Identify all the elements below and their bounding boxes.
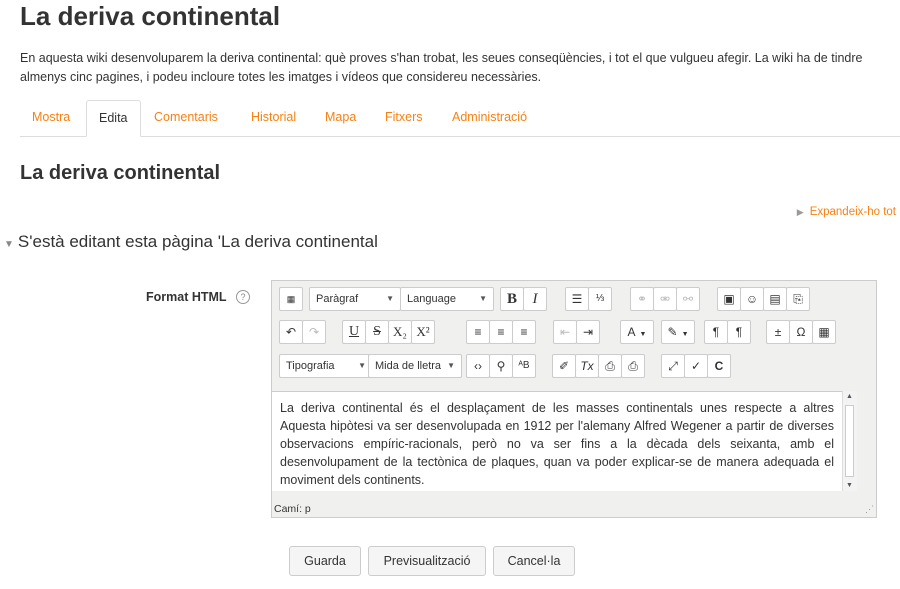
scroll-down-icon[interactable]: ▼ — [846, 482, 853, 489]
replace-icon[interactable]: ᴬB — [512, 354, 536, 378]
anchor-icon[interactable]: ⚯ — [676, 287, 700, 311]
media-icon[interactable]: ▤ — [763, 287, 787, 311]
remove-format-icon[interactable]: Tx — [575, 354, 599, 378]
chevron-down-icon: ▼ — [358, 361, 366, 370]
background-color-icon[interactable]: ✎ ▼ — [661, 320, 695, 344]
link-icon[interactable]: ⚭ — [630, 287, 654, 311]
font-select[interactable]: Tipografia ▼ — [279, 354, 373, 378]
language-select[interactable]: Language ▼ — [400, 287, 494, 311]
page-title: La deriva continental — [20, 1, 281, 31]
paste-text-icon[interactable]: ⎙ — [598, 354, 622, 378]
ltr-icon[interactable]: ¶ — [704, 320, 728, 344]
unlink-icon[interactable]: ⚮ — [653, 287, 677, 311]
paste-word-icon[interactable]: ⎙ — [621, 354, 645, 378]
expand-all-label: Expandeix-ho tot — [809, 206, 896, 218]
font-select-label: Tipografia — [286, 360, 335, 372]
clean-icon[interactable]: ✐ — [552, 354, 576, 378]
outdent-icon[interactable]: ⇤ — [553, 320, 577, 344]
emoticon-icon[interactable]: ☺ — [740, 287, 764, 311]
spellcheck-icon[interactable]: ✓ — [684, 354, 708, 378]
editor-path: Camí: p — [274, 503, 311, 515]
editing-legend[interactable]: ▼ S'està editant esta pàgina 'La deriva c… — [4, 232, 378, 252]
format-html-label: Format HTML — [146, 290, 227, 304]
find-icon[interactable]: ⚲ — [489, 354, 513, 378]
tab-fitxers[interactable]: Fitxers — [373, 100, 435, 135]
superscript-icon[interactable]: X² — [411, 320, 435, 344]
tab-edita[interactable]: Edita — [86, 100, 141, 137]
save-button[interactable]: Guarda — [289, 546, 361, 576]
tab-comentaris[interactable]: Comentaris — [142, 100, 230, 135]
underline-icon[interactable]: U — [342, 320, 366, 344]
triangle-right-icon: ▶ — [796, 207, 804, 217]
code-icon[interactable]: ‹› — [466, 354, 490, 378]
accessibility-icon[interactable]: C — [707, 354, 731, 378]
align-left-icon[interactable]: ≡ — [466, 320, 490, 344]
tab-historial[interactable]: Historial — [239, 100, 308, 135]
toolbar-toggle-icon[interactable]: ▦ — [279, 287, 303, 311]
html-editor: ▦ Paràgraf ▼ Language ▼ B I ☰ ⅓ ⚭ ⚮ ⚯ ▣ ☺ … — [271, 280, 877, 518]
chevron-down-icon: ▼ — [447, 361, 455, 370]
omega-icon[interactable]: Ω — [789, 320, 813, 344]
numbered-list-icon[interactable]: ⅓ — [588, 287, 612, 311]
preview-button[interactable]: Previsualització — [368, 546, 486, 576]
editor-scrollbar[interactable]: ▲ ▼ — [842, 391, 857, 491]
manage-files-icon[interactable]: ⎘ — [786, 287, 810, 311]
align-right-icon[interactable]: ≡ — [512, 320, 536, 344]
redo-icon[interactable]: ↷ — [302, 320, 326, 344]
tab-administracio[interactable]: Administració — [440, 100, 539, 135]
image-icon[interactable]: ▣ — [717, 287, 741, 311]
resize-grip-icon[interactable]: ⋰ — [865, 504, 874, 515]
cancel-button[interactable]: Cancel·la — [493, 546, 575, 576]
chevron-down-icon: ▼ — [386, 294, 394, 303]
editing-legend-label: S'està editant esta pàgina 'La deriva co… — [17, 232, 378, 251]
table-icon[interactable]: ▦ — [812, 320, 836, 344]
italic-icon[interactable]: I — [523, 287, 547, 311]
font-size-select-label: Mida de lletra — [375, 360, 442, 372]
tab-mostra[interactable]: Mostra — [20, 100, 82, 135]
insert-equation-icon[interactable]: ± — [766, 320, 790, 344]
editor-content[interactable]: La deriva continental és el desplaçament… — [272, 391, 842, 491]
paragraph-select[interactable]: Paràgraf ▼ — [309, 287, 401, 311]
expand-all-link[interactable]: ▶ Expandeix-ho tot — [797, 206, 896, 218]
paragraph-select-label: Paràgraf — [316, 293, 359, 305]
subscript-icon[interactable]: X₂ — [388, 320, 412, 344]
font-size-select[interactable]: Mida de lletra ▼ — [368, 354, 462, 378]
undo-icon[interactable]: ↶ — [279, 320, 303, 344]
scroll-up-icon[interactable]: ▲ — [846, 393, 853, 400]
tab-mapa[interactable]: Mapa — [313, 100, 368, 135]
font-color-icon[interactable]: A ▼ — [620, 320, 654, 344]
align-center-icon[interactable]: ≡ — [489, 320, 513, 344]
question-circle-icon[interactable]: ? — [236, 290, 250, 304]
fullscreen-icon[interactable]: ⤢ — [661, 354, 685, 378]
wiki-intro: En aquesta wiki desenvoluparem la deriva… — [20, 51, 863, 84]
tab-bar: Mostra Edita Comentaris Historial Mapa F… — [20, 100, 900, 137]
section-heading: La deriva continental — [20, 162, 221, 184]
bullet-list-icon[interactable]: ☰ — [565, 287, 589, 311]
strikethrough-icon[interactable]: S — [365, 320, 389, 344]
language-select-label: Language — [407, 293, 456, 305]
scrollbar-thumb[interactable] — [845, 405, 854, 477]
chevron-down-icon: ▼ — [479, 294, 487, 303]
rtl-icon[interactable]: ¶ — [727, 320, 751, 344]
bold-icon[interactable]: B — [500, 287, 524, 311]
indent-icon[interactable]: ⇥ — [576, 320, 600, 344]
triangle-down-icon: ▼ — [4, 239, 14, 250]
